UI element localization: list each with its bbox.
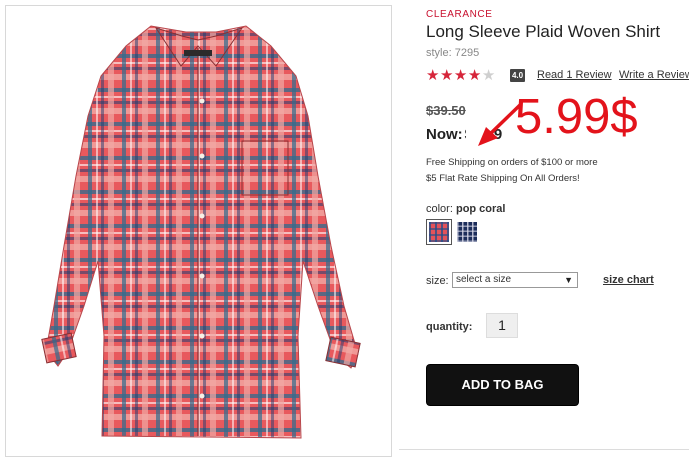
quantity-input[interactable]: 1: [486, 313, 518, 338]
star-empty-icon: ★: [481, 67, 496, 84]
size-select[interactable]: select a size ▼: [452, 272, 578, 288]
swatch-navy-fill: [457, 222, 477, 242]
original-price: $39.50: [426, 103, 466, 118]
star-rating: ★★★★★: [426, 67, 496, 85]
swatch-pop-coral[interactable]: [426, 219, 452, 245]
swatch-navy[interactable]: [454, 219, 480, 245]
shirt-image: [41, 25, 361, 439]
now-label: Now:: [426, 126, 463, 143]
read-review-link[interactable]: Read 1 Review: [537, 69, 612, 81]
quantity-label: quantity:: [426, 321, 473, 333]
star-icon: ★: [453, 67, 468, 84]
shipping-info-free: Free Shipping on orders of $100 or more: [426, 157, 598, 168]
clearance-badge: CLEARANCE: [426, 9, 493, 20]
color-label-text: color:: [426, 203, 453, 215]
size-select-value: select a size: [456, 274, 512, 285]
shipping-info-flat: $5 Flat Rate Shipping On All Orders!: [426, 173, 580, 184]
product-info: CLEARANCE Long Sleeve Plaid Woven Shirt …: [426, 0, 689, 462]
rating-row: ★★★★★ 4.0 Read 1 Review Write a Review: [426, 67, 689, 85]
star-icon: ★: [439, 67, 454, 84]
rating-value-badge: 4.0: [510, 69, 525, 82]
product-image[interactable]: [5, 5, 392, 457]
chevron-down-icon: ▼: [564, 275, 573, 285]
swatch-pop-coral-fill: [429, 222, 449, 242]
color-label: color: pop coral: [426, 203, 505, 215]
write-review-link[interactable]: Write a Review: [619, 69, 689, 81]
product-title: Long Sleeve Plaid Woven Shirt: [426, 22, 661, 41]
size-label: size:: [426, 275, 449, 287]
star-icon: ★: [426, 67, 440, 84]
add-to-bag-button[interactable]: ADD TO BAG: [427, 365, 578, 405]
style-number: style: 7295: [426, 47, 480, 59]
color-value: pop coral: [455, 203, 506, 215]
star-icon: ★: [467, 67, 482, 84]
price-annotation: 5.99$: [515, 90, 638, 144]
size-chart-link[interactable]: size chart: [603, 274, 654, 286]
